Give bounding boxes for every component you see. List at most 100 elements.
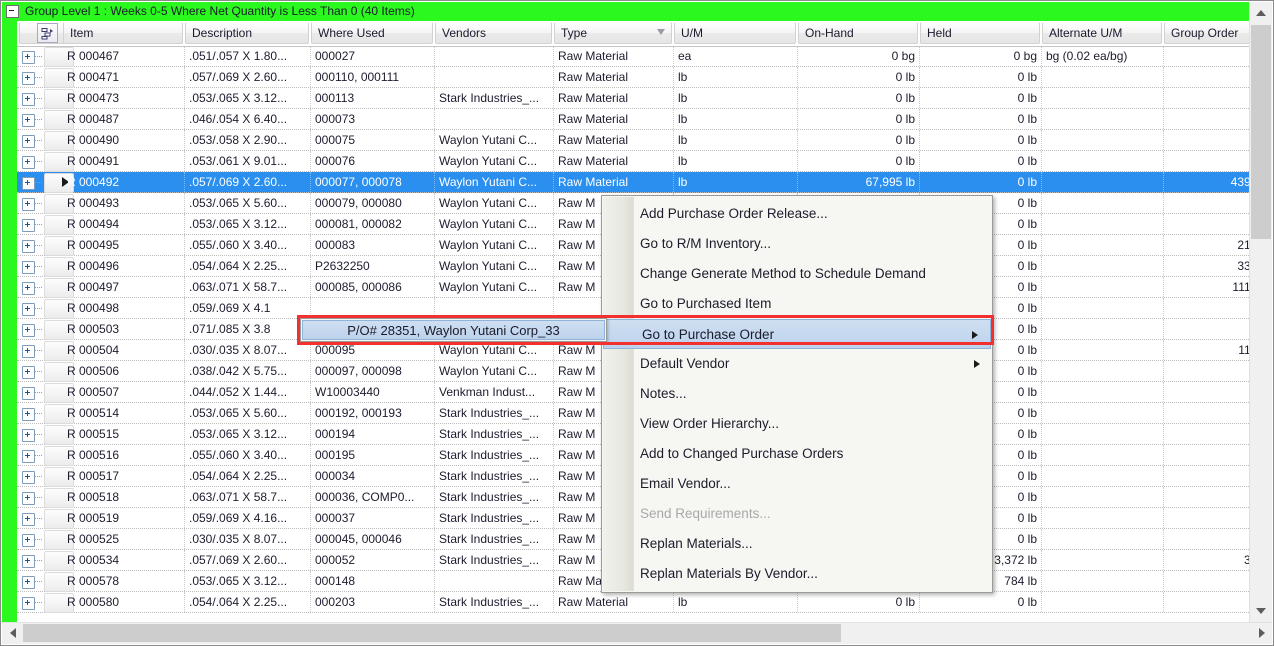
- cell-where_used[interactable]: P2632250: [311, 256, 435, 276]
- cell-group_order[interactable]: [1164, 508, 1252, 528]
- cell-where_used[interactable]: 000083: [311, 235, 435, 255]
- cell-vendors[interactable]: Venkman Indust...: [435, 382, 554, 402]
- cell-item[interactable]: R 000492: [63, 172, 185, 192]
- cell-item[interactable]: R 000490: [63, 130, 185, 150]
- context-menu-item[interactable]: Go to Purchase Order: [603, 319, 991, 349]
- cell-group_order[interactable]: [1164, 214, 1252, 234]
- cell-item[interactable]: R 000518: [63, 487, 185, 507]
- cell-where_used[interactable]: 000075: [311, 130, 435, 150]
- cell-where_used[interactable]: 000148: [311, 571, 435, 591]
- cell-group_order[interactable]: 3,: [1164, 550, 1252, 570]
- cell-alternate_um[interactable]: [1042, 487, 1164, 507]
- cell-description[interactable]: .057/.069 X 2.60...: [185, 550, 311, 570]
- cell-alternate_um[interactable]: bg (0.02 ea/bg): [1042, 46, 1164, 66]
- cell-where_used[interactable]: 000203: [311, 592, 435, 612]
- context-menu-item[interactable]: Add Purchase Order Release...: [602, 199, 992, 229]
- cell-item[interactable]: R 000519: [63, 508, 185, 528]
- row-expand-icon[interactable]: [22, 177, 35, 190]
- row-expand-icon[interactable]: [22, 282, 35, 295]
- cell-on_hand[interactable]: 0 lb: [798, 88, 920, 108]
- table-row[interactable]: R 000492.057/.069 X 2.60... 000077, 00007…: [17, 172, 1252, 193]
- column-chooser-icon[interactable]: [36, 23, 58, 43]
- cell-alternate_um[interactable]: [1042, 403, 1164, 423]
- cell-group_order[interactable]: [1164, 109, 1252, 129]
- cell-alternate_um[interactable]: [1042, 445, 1164, 465]
- context-menu-item[interactable]: Default Vendor: [602, 349, 992, 379]
- cell-vendors[interactable]: Stark Industries_...: [435, 550, 554, 570]
- cell-item[interactable]: R 000580: [63, 592, 185, 612]
- context-menu-item[interactable]: Notes...: [602, 379, 992, 409]
- cell-alternate_um[interactable]: [1042, 298, 1164, 318]
- cell-held[interactable]: 0 lb: [920, 172, 1042, 192]
- cell-where_used[interactable]: 000077, 000078: [311, 172, 435, 192]
- cell-description[interactable]: .053/.058 X 2.90...: [185, 130, 311, 150]
- cell-type[interactable]: Raw Material: [554, 592, 674, 612]
- cell-item[interactable]: R 000495: [63, 235, 185, 255]
- context-menu-item[interactable]: Add to Changed Purchase Orders: [602, 439, 992, 469]
- cell-item[interactable]: R 000494: [63, 214, 185, 234]
- cell-vendors[interactable]: Waylon Yutani C...: [435, 361, 554, 381]
- cell-um[interactable]: lb: [674, 172, 798, 192]
- cell-on_hand[interactable]: 0 lb: [798, 592, 920, 612]
- context-menu-item[interactable]: Change Generate Method to Schedule Deman…: [602, 259, 992, 289]
- cell-alternate_um[interactable]: [1042, 130, 1164, 150]
- cell-type[interactable]: Raw Material: [554, 130, 674, 150]
- cell-group_order[interactable]: [1164, 571, 1252, 591]
- cell-description[interactable]: .053/.061 X 9.01...: [185, 151, 311, 171]
- column-header-vendors[interactable]: Vendors: [435, 22, 552, 44]
- submenu-item-purchase-order[interactable]: P/O# 28351, Waylon Yutani Corp_33: [302, 320, 605, 340]
- cell-group_order[interactable]: [1164, 529, 1252, 549]
- cell-description[interactable]: .071/.085 X 3.8: [185, 319, 311, 339]
- cell-alternate_um[interactable]: [1042, 151, 1164, 171]
- cell-group_order[interactable]: 439,: [1164, 172, 1252, 192]
- cell-alternate_um[interactable]: [1042, 88, 1164, 108]
- cell-description[interactable]: .053/.065 X 5.60...: [185, 193, 311, 213]
- row-expand-icon[interactable]: [22, 387, 35, 400]
- cell-where_used[interactable]: 000079, 000080: [311, 193, 435, 213]
- cell-where_used[interactable]: 000036, COMP0...: [311, 487, 435, 507]
- cell-description[interactable]: .053/.065 X 3.12...: [185, 214, 311, 234]
- vertical-scrollbar-thumb[interactable]: [1251, 25, 1271, 239]
- table-row[interactable]: R 000467.051/.057 X 1.80... 000027 Raw Mat…: [17, 46, 1252, 67]
- cell-description[interactable]: .059/.069 X 4.1: [185, 298, 311, 318]
- cell-where_used[interactable]: W10003440: [311, 382, 435, 402]
- cell-vendors[interactable]: Stark Industries_...: [435, 529, 554, 549]
- cell-alternate_um[interactable]: [1042, 529, 1164, 549]
- cell-description[interactable]: .030/.035 X 8.07...: [185, 529, 311, 549]
- column-header-held[interactable]: Held: [920, 22, 1040, 44]
- context-menu-item[interactable]: Go to R/M Inventory...: [602, 229, 992, 259]
- row-expand-icon[interactable]: [22, 576, 35, 589]
- cell-group_order[interactable]: [1164, 46, 1252, 66]
- cell-um[interactable]: lb: [674, 151, 798, 171]
- cell-vendors[interactable]: Stark Industries_...: [435, 487, 554, 507]
- cell-vendors[interactable]: Waylon Yutani C...: [435, 340, 554, 360]
- cell-um[interactable]: lb: [674, 592, 798, 612]
- row-expand-icon[interactable]: [22, 555, 35, 568]
- cell-group_order[interactable]: [1164, 466, 1252, 486]
- scroll-left-button[interactable]: [2, 623, 23, 643]
- row-expand-icon[interactable]: [22, 156, 35, 169]
- cell-where_used[interactable]: 000113: [311, 88, 435, 108]
- cell-alternate_um[interactable]: [1042, 235, 1164, 255]
- context-menu-item[interactable]: Replan Materials By Vendor...: [602, 559, 992, 589]
- cell-held[interactable]: 0 lb: [920, 130, 1042, 150]
- cell-item[interactable]: R 000496: [63, 256, 185, 276]
- cell-vendors[interactable]: Stark Industries_...: [435, 88, 554, 108]
- cell-alternate_um[interactable]: [1042, 382, 1164, 402]
- cell-where_used[interactable]: 000037: [311, 508, 435, 528]
- cell-on_hand[interactable]: 0 lb: [798, 151, 920, 171]
- column-header-alternate_um[interactable]: Alternate U/M: [1042, 22, 1162, 44]
- cell-alternate_um[interactable]: [1042, 592, 1164, 612]
- cell-alternate_um[interactable]: [1042, 340, 1164, 360]
- cell-where_used[interactable]: [311, 298, 435, 318]
- row-expand-icon[interactable]: [22, 261, 35, 274]
- context-menu-item[interactable]: View Order Hierarchy...: [602, 409, 992, 439]
- column-header-on_hand[interactable]: On-Hand: [798, 22, 918, 44]
- row-expand-icon[interactable]: [22, 534, 35, 547]
- cell-vendors[interactable]: [435, 298, 554, 318]
- cell-held[interactable]: 0 lb: [920, 109, 1042, 129]
- cell-description[interactable]: .055/.060 X 3.40...: [185, 445, 311, 465]
- cell-vendors[interactable]: Waylon Yutani C...: [435, 172, 554, 192]
- cell-description[interactable]: .063/.071 X 58.7...: [185, 487, 311, 507]
- cell-description[interactable]: .053/.065 X 3.12...: [185, 88, 311, 108]
